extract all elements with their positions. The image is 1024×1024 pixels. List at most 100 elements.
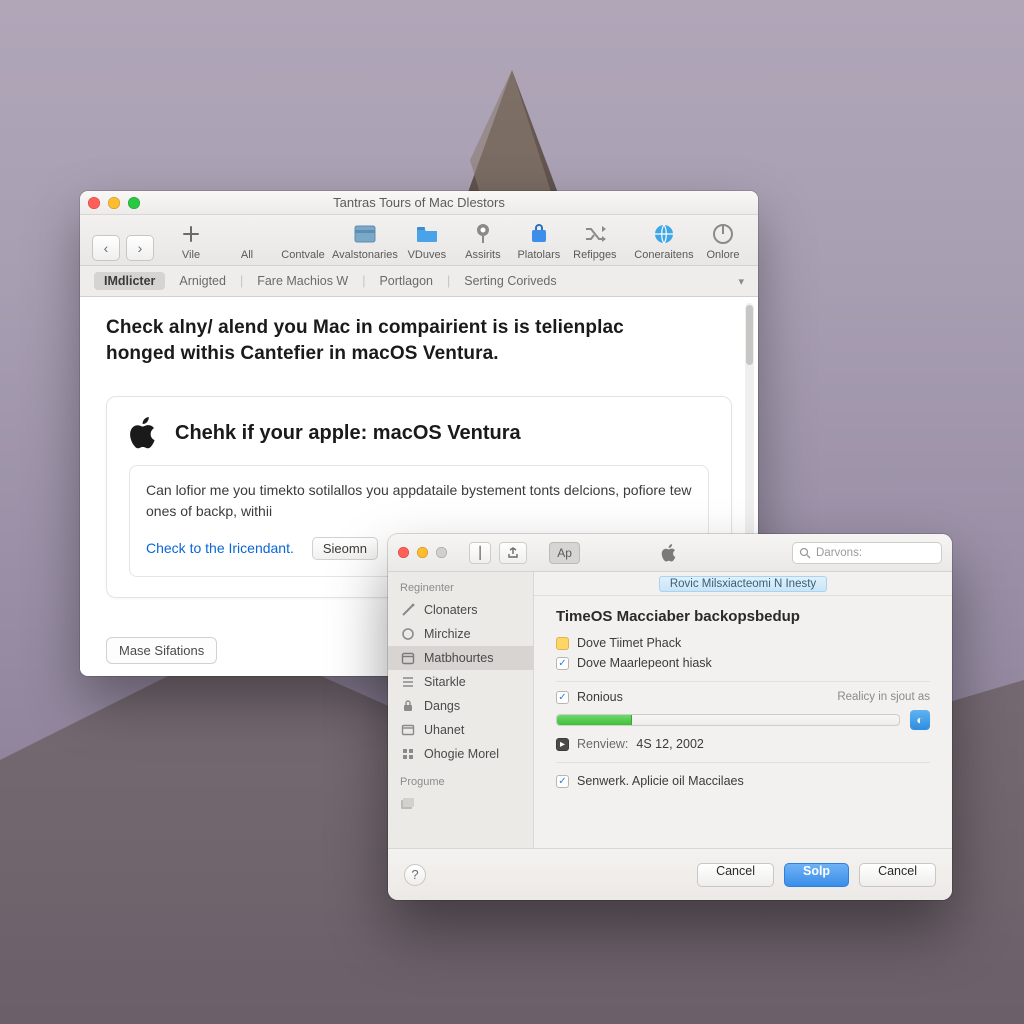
info-icon: ◐ bbox=[916, 713, 923, 727]
sidebar-item-label: Dangs bbox=[424, 699, 460, 713]
scrollbar-thumb[interactable] bbox=[746, 305, 753, 365]
sidebar-item-label: Matbhourtes bbox=[424, 651, 493, 665]
review-row: ▸ Renview: 4S 12, 2002 bbox=[556, 734, 930, 754]
card-link[interactable]: Check to the Iricendant. bbox=[146, 540, 294, 556]
option-label: Dove Maarlepeont hiask bbox=[577, 656, 712, 670]
chevron-down-icon[interactable]: ▾ bbox=[738, 275, 744, 288]
tab-active[interactable]: IMdlicter bbox=[94, 272, 165, 290]
apple-logo-icon bbox=[661, 543, 679, 563]
toolbar-item-vile[interactable]: Vile bbox=[168, 221, 214, 261]
shuffle-icon bbox=[581, 221, 609, 247]
checkbox-icon[interactable]: ✓ bbox=[556, 775, 569, 788]
sidebar-item-label: Sitarkle bbox=[424, 675, 466, 689]
card-secondary-button[interactable]: Sieomn bbox=[312, 537, 378, 560]
option-row-2[interactable]: ✓ Dove Maarlepeont hiask bbox=[556, 653, 930, 673]
sidebar-item-placeholder[interactable] bbox=[388, 792, 533, 816]
preferences-window: ⎮ Ap Darvons: Reginenter Clonaters Mirch… bbox=[388, 534, 952, 900]
panel-breadcrumb: Rovic Milsxiacteomi N Inesty bbox=[534, 572, 952, 596]
sidebar-item-matbhourtes[interactable]: Matbhourtes bbox=[388, 646, 533, 670]
toolbar-item-refipges[interactable]: Refipges bbox=[572, 221, 618, 261]
page-headline: Check alny/ alend you Mac in compairient… bbox=[106, 315, 686, 366]
status-label: Ronious bbox=[577, 690, 623, 704]
minimize-window-button[interactable] bbox=[417, 547, 428, 558]
search-field[interactable]: Darvons: bbox=[792, 542, 942, 564]
sidebar-item-uhanet[interactable]: Uhanet bbox=[388, 718, 533, 742]
sidebar-item-label: Clonaters bbox=[424, 603, 478, 617]
toolbar-share-button[interactable] bbox=[499, 542, 527, 564]
grid-icon bbox=[400, 746, 416, 762]
checkbox-icon[interactable]: ✓ bbox=[556, 657, 569, 670]
sidebar-item-label: Ohogie Morel bbox=[424, 747, 499, 761]
plus-icon bbox=[177, 221, 205, 247]
toolbar-item-all[interactable]: All bbox=[224, 221, 270, 261]
primary-button[interactable]: Solp bbox=[784, 863, 849, 887]
option-label: Dove Tiimet Phack bbox=[577, 636, 681, 650]
column-icon: ⎮ bbox=[477, 546, 483, 560]
tab-item[interactable]: Arnigted bbox=[179, 274, 226, 288]
tab-item[interactable]: Portlagon bbox=[379, 274, 433, 288]
close-window-button[interactable] bbox=[398, 547, 409, 558]
toolbar-column-button[interactable]: ⎮ bbox=[469, 542, 491, 564]
chevron-left-icon: ‹ bbox=[104, 240, 109, 256]
toolbar-label: Onlore bbox=[706, 249, 739, 261]
wand-icon bbox=[400, 602, 416, 618]
sidebar-item-label: Mirchize bbox=[424, 627, 471, 641]
toolbar-item-platolars[interactable]: Platolars bbox=[516, 221, 562, 261]
search-icon bbox=[799, 547, 811, 559]
preferences-sidebar: Reginenter Clonaters Mirchize Matbhourte… bbox=[388, 572, 534, 848]
checkbox-icon[interactable]: ▸ bbox=[556, 738, 569, 751]
toolbar-item-assirits[interactable]: Assirits bbox=[460, 221, 506, 261]
breadcrumb-pill[interactable]: Rovic Milsxiacteomi N Inesty bbox=[659, 576, 827, 592]
browser-titlebar[interactable]: Tantras Tours of Mac Dlestors bbox=[80, 191, 758, 215]
segment-label: Ap bbox=[557, 546, 572, 560]
option-row-1[interactable]: Dove Tiimet Phack bbox=[556, 633, 930, 653]
sidebar-item-dangs[interactable]: Dangs bbox=[388, 694, 533, 718]
status-row: ✓ Ronious Realicy in sjout as bbox=[556, 690, 930, 704]
stack-icon bbox=[400, 796, 416, 812]
traffic-lights bbox=[398, 547, 447, 558]
status-right-label: Realicy in sjout as bbox=[837, 691, 930, 703]
bag-icon bbox=[525, 221, 553, 247]
sidebar-item-ohogie-morel[interactable]: Ohogie Morel bbox=[388, 742, 533, 766]
toolbar-item-coneraitens[interactable]: Coneraitens bbox=[638, 221, 690, 261]
list-icon bbox=[400, 674, 416, 690]
window-icon bbox=[400, 722, 416, 738]
apple-logo-icon bbox=[129, 415, 161, 451]
progress-fill bbox=[557, 715, 632, 725]
toolbar-item-avalstonaries[interactable]: Avalstonaries bbox=[336, 221, 394, 261]
nav-back-button[interactable]: ‹ bbox=[92, 235, 120, 261]
info-button[interactable]: ◐ bbox=[910, 710, 930, 730]
toolbar-label: Refipges bbox=[573, 249, 616, 261]
tab-item[interactable]: Serting Coriveds bbox=[464, 274, 556, 288]
toolbar-label: VDuves bbox=[408, 249, 447, 261]
sidebar-item-sitarkle[interactable]: Sitarkle bbox=[388, 670, 533, 694]
favorites-bar: IMdlicter Arnigted | Fare Machios W | Po… bbox=[80, 266, 758, 297]
toolbar-label: All bbox=[241, 249, 253, 261]
cancel-button-2[interactable]: Cancel bbox=[859, 863, 936, 887]
cancel-button[interactable]: Cancel bbox=[697, 863, 774, 887]
pin-icon bbox=[469, 221, 497, 247]
card-title: Chehk if your apple: macOS Ventura bbox=[175, 422, 521, 445]
divider bbox=[556, 762, 930, 763]
tab-item[interactable]: Fare Machios W bbox=[257, 274, 348, 288]
toolbar-label: Assirits bbox=[465, 249, 500, 261]
toolbar-label: Avalstonaries bbox=[332, 249, 398, 261]
progress-bar bbox=[556, 714, 900, 726]
help-button[interactable]: ? bbox=[404, 864, 426, 886]
calendar-icon bbox=[400, 650, 416, 666]
preferences-titlebar[interactable]: ⎮ Ap Darvons: bbox=[388, 534, 952, 572]
sidebar-item-mirchize[interactable]: Mirchize bbox=[388, 622, 533, 646]
blank-icon bbox=[233, 221, 261, 247]
checkbox-icon[interactable] bbox=[556, 637, 569, 650]
senwerk-row[interactable]: ✓ Senwerk. Aplicie oil Maccilaes bbox=[556, 771, 930, 791]
toolbar-item-onlore[interactable]: Onlore bbox=[700, 221, 746, 261]
bottom-pill-button[interactable]: Mase Sifations bbox=[106, 637, 217, 664]
sidebar-item-clonaters[interactable]: Clonaters bbox=[388, 598, 533, 622]
toolbar-item-contvale[interactable]: Contvale bbox=[280, 221, 326, 261]
toolbar-segment[interactable]: Ap bbox=[549, 542, 580, 564]
review-key: Renview: bbox=[577, 737, 628, 751]
nav-forward-button[interactable]: › bbox=[126, 235, 154, 261]
checkbox-icon[interactable]: ✓ bbox=[556, 691, 569, 704]
toolbar-item-vduves[interactable]: VDuves bbox=[404, 221, 450, 261]
blank-icon bbox=[289, 221, 317, 247]
